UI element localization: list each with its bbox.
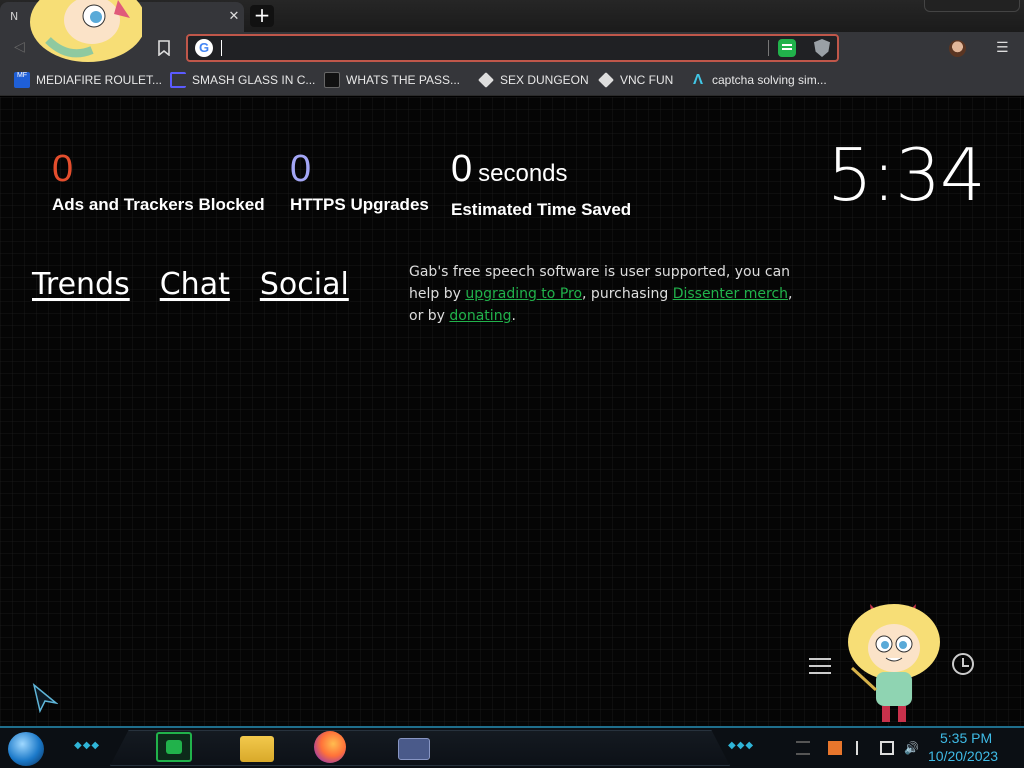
gab-support-note: Gab's free speech software is user suppo…	[409, 261, 809, 327]
window-app-icon[interactable]	[398, 738, 430, 760]
dissenter-merch-link[interactable]: Dissenter merch	[673, 286, 788, 302]
bookmark-label: SEX DUNGEON	[500, 73, 589, 87]
volume-icon[interactable]: 🔊	[904, 741, 919, 755]
lock-icon	[324, 72, 340, 88]
bookmark-label: SMASH GLASS IN C...	[192, 73, 316, 87]
browser-toolbar: ◁ G ☰	[0, 32, 1024, 64]
chat-link[interactable]: Chat	[160, 267, 230, 302]
bookmark-label: VNC FUN	[620, 73, 674, 87]
start-button[interactable]	[8, 732, 44, 766]
window-controls[interactable]	[924, 0, 1020, 12]
bookmark-smash-glass[interactable]: SMASH GLASS IN C...	[170, 70, 315, 90]
close-tab-icon[interactable]: ✕	[226, 9, 242, 25]
bookmark-label: WHATS THE PASS...	[346, 73, 461, 87]
firefox-icon[interactable]	[314, 731, 346, 763]
decorative-chevrons-icon: ◆◆◆	[74, 740, 101, 751]
cartoon-mascot-image	[848, 604, 940, 722]
time-saved-unit: seconds	[478, 160, 568, 187]
https-upgrades-label: HTTPS Upgrades	[290, 195, 429, 214]
tray-app-icon[interactable]	[828, 741, 842, 755]
bracket-icon	[170, 72, 186, 88]
a-icon: Λ	[692, 71, 703, 88]
google-icon: G	[195, 39, 213, 57]
trends-link[interactable]: Trends	[32, 267, 130, 302]
time-saved-label: Estimated Time Saved	[451, 200, 632, 219]
taskbar: ◆◆◆ ◆◆◆ 🔊 5:35 PM 10/20/2023	[0, 726, 1024, 768]
history-icon[interactable]	[952, 653, 974, 675]
note-text: .	[511, 308, 516, 324]
stat-ads-blocked: 0 Ads and Trackers Blocked	[52, 149, 265, 215]
shield-extension-icon[interactable]	[814, 39, 830, 57]
decorative-chevrons-icon: ◆◆◆	[728, 740, 755, 751]
tray-date[interactable]: 10/20/2023	[928, 748, 998, 764]
bookmark-mediafire[interactable]: MF MEDIAFIRE ROULET...	[14, 70, 162, 90]
file-explorer-icon[interactable]	[240, 736, 274, 762]
tray-time[interactable]: 5:35 PM	[940, 730, 992, 746]
donating-link[interactable]: donating	[449, 308, 511, 324]
mouse-cursor-icon	[32, 683, 58, 713]
stat-https-upgrades: 0 HTTPS Upgrades	[290, 149, 429, 215]
bookmark-vnc-fun[interactable]: VNC FUN	[598, 70, 673, 90]
social-link[interactable]: Social	[260, 267, 349, 302]
address-input[interactable]	[224, 37, 764, 59]
ads-blocked-count: 0	[52, 148, 74, 190]
tab-title: N	[10, 10, 19, 23]
cube-icon	[598, 72, 614, 88]
mediafire-icon: MF	[14, 72, 30, 88]
new-tab-button[interactable]: +	[250, 5, 274, 27]
bookmark-icon[interactable]	[157, 40, 171, 56]
bookmark-captcha[interactable]: Λ captcha solving sim...	[690, 70, 827, 90]
ads-blocked-label: Ads and Trackers Blocked	[52, 195, 265, 214]
bookmarks-bar: MF MEDIAFIRE ROULET... SMASH GLASS IN C.…	[0, 64, 1024, 96]
omnibox-divider	[768, 40, 769, 56]
text-caret	[221, 40, 222, 56]
top-links: Trends Chat Social	[32, 267, 349, 302]
tab-strip: N ✕ +	[0, 0, 1024, 32]
address-bar[interactable]: G	[186, 34, 839, 62]
profile-avatar-icon[interactable]	[949, 40, 966, 57]
cube-icon	[478, 72, 494, 88]
stat-time-saved: 0 seconds Estimated Time Saved	[451, 149, 631, 220]
customize-sliders-icon[interactable]	[809, 656, 831, 676]
https-upgrades-count: 0	[290, 148, 312, 190]
cartoon-mascot-image	[30, 0, 142, 62]
dissenter-taskbar-icon[interactable]	[156, 732, 192, 762]
clock: 5:34	[827, 133, 986, 217]
upgrade-pro-link[interactable]: upgrading to Pro	[465, 286, 582, 302]
dissenter-extension-icon[interactable]	[778, 39, 796, 57]
bookmark-label: captcha solving sim...	[712, 73, 827, 87]
network-icon[interactable]	[880, 741, 894, 755]
menu-icon[interactable]: ☰	[996, 38, 1009, 58]
bookmark-sex-dungeon[interactable]: SEX DUNGEON	[478, 70, 589, 90]
note-text: , purchasing	[582, 286, 673, 302]
bookmark-whats-the-pass[interactable]: WHATS THE PASS...	[324, 70, 460, 90]
flag-icon[interactable]	[856, 741, 870, 755]
time-saved-value: 0	[451, 148, 473, 190]
bookmark-label: MEDIAFIRE ROULET...	[36, 73, 163, 87]
tray-stack-icon[interactable]	[796, 741, 810, 755]
